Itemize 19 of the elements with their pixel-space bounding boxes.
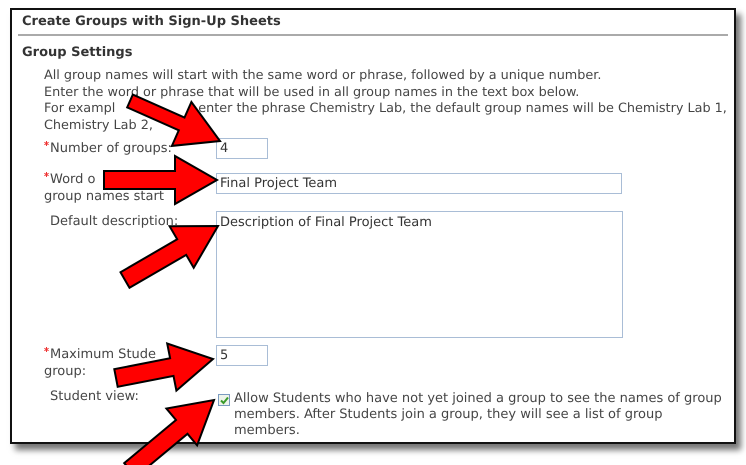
description-field[interactable]: Description of Final Project Team	[216, 211, 623, 338]
section-title: Group Settings	[21, 44, 134, 62]
instruction-text: For exampl	[44, 101, 116, 116]
input-field[interactable]: Final Project Team	[216, 173, 622, 194]
field-label: group:	[44, 364, 86, 379]
panel-title: Create Groups with Sign-Up Sheets	[18, 10, 728, 36]
field-label: Number of groups:	[50, 141, 172, 156]
field-label: group names start	[44, 189, 164, 204]
instruction-text: enter the phrase Chemistry Lab, the default group names will be Chemistry Lab 1,	[198, 101, 727, 116]
input-field[interactable]: 5	[216, 345, 268, 366]
checkbox[interactable]	[218, 394, 230, 406]
instruction-text: Chemistry Lab 2,	[44, 118, 153, 132]
instruction-text: All group names will start with the same word or phrase, followed by a unique number.	[44, 68, 602, 83]
field-label: Student view:	[50, 389, 139, 404]
checkbox-text: Allow Students who have not yet joined a group to see the names of group members. After Students join a group, they will see a list of group members.	[234, 390, 722, 439]
field-label: Word o	[50, 172, 96, 187]
field-label: Default description:	[50, 214, 178, 229]
input-field[interactable]: 4	[216, 138, 268, 159]
field-label: Maximum Stude	[50, 347, 156, 362]
